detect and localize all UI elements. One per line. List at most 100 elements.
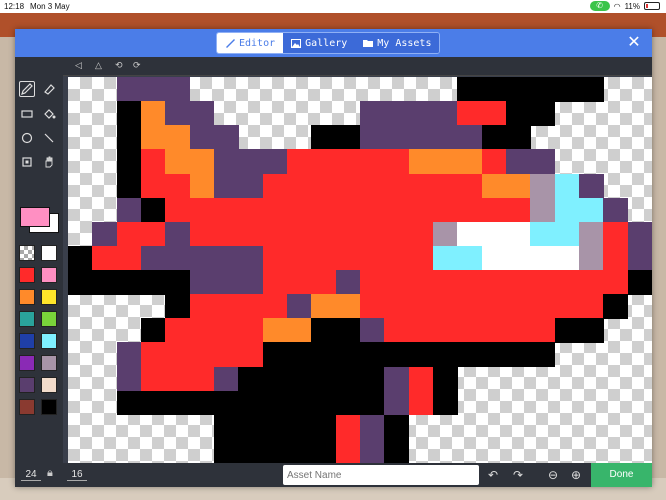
sprite-pixel [457,77,483,102]
sprite-pixel [384,390,410,416]
sprite-pixel [457,342,483,367]
palette-swatch[interactable] [41,267,57,283]
tab-editor[interactable]: Editor [217,33,284,53]
palette-swatch[interactable] [41,377,57,393]
sprite-pixel [262,414,288,440]
sprite-pixel [360,173,385,199]
palette-swatch[interactable] [19,377,35,393]
marquee-tool[interactable] [19,154,35,170]
palette-swatch[interactable] [19,245,35,261]
rotate-right-icon[interactable]: ⟳ [133,60,141,71]
sprite-pixel [214,173,239,199]
sprite-pixel [360,149,385,174]
palette-swatch[interactable] [19,333,35,349]
sprite-pixel [384,173,410,199]
done-button[interactable]: Done [591,463,652,487]
sprite-pixel [360,294,385,319]
rotate-left-icon[interactable]: ⟲ [115,60,123,71]
canvas-area[interactable] [68,77,652,463]
sprite-pixel [530,318,556,343]
close-icon[interactable]: ✕ [626,34,642,50]
sprite-pixel [214,221,239,247]
sprite-pixel [506,245,531,271]
sprite-pixel [311,245,337,271]
palette-swatch[interactable] [19,289,35,305]
sprite-pixel [384,125,410,150]
zoom-out-icon[interactable]: ⊖ [545,467,561,483]
sprite-pixel [165,77,191,102]
sprite-pixel [360,101,385,126]
sprite-pixel [141,366,166,392]
sprite-pixel [579,270,604,295]
sprite-pixel [554,77,580,102]
flip-vertical-icon[interactable]: △ [95,60,102,71]
palette-swatch[interactable] [19,267,35,283]
status-right: ✆ ◠ 11% [589,1,660,11]
sprite-pixel [530,342,556,367]
palette-swatch[interactable] [41,311,57,327]
undo-icon[interactable]: ↶ [485,467,501,483]
sprite-pixel [360,197,385,223]
sprite-pixel [530,270,556,295]
sprite-pixel [433,149,458,174]
sprite-pixel [262,149,288,174]
sprite-pixel [481,221,507,247]
palette-swatch[interactable] [19,399,35,415]
sprite-pixel [116,197,142,223]
sprite-pixel [433,125,458,150]
sprite-pixel [165,101,191,126]
sprite-pixel [408,125,434,150]
sprite-pixel [481,342,507,367]
eraser-icon [44,84,55,95]
sprite-pixel [189,149,215,174]
lock-icon[interactable]: 🔒︎ [47,467,53,480]
tab-my-assets[interactable]: My Assets [355,33,440,53]
palette-swatch[interactable] [41,245,57,261]
sprite-pixel [238,342,264,367]
palette-swatch[interactable] [41,355,57,371]
sprite-pixel [384,197,410,223]
palette-swatch[interactable] [19,311,35,327]
sprite-pixel [116,173,142,199]
sprite-pixel [481,149,507,174]
sprite-pixel [238,294,264,319]
sprite-pixel [165,125,191,150]
sprite-pixel [408,318,434,343]
sprite-pixel [165,318,191,343]
palette-swatch[interactable] [19,355,35,371]
canvas-height-field[interactable]: 16 [67,469,87,481]
rectangle-tool[interactable] [19,106,35,122]
circle-tool[interactable] [19,130,35,146]
redo-icon[interactable]: ↷ [510,467,526,483]
sprite-pixel [214,245,239,271]
sprite-pixel [603,294,629,319]
sprite-pixel [311,173,337,199]
tab-bar: Editor Gallery My Assets [216,32,441,54]
sprite-pixel [189,221,215,247]
tab-gallery[interactable]: Gallery [283,33,356,53]
sprite-pixel [530,77,556,102]
fill-tool[interactable] [41,106,57,122]
sprite-pixel [481,173,507,199]
sprite-pixel [433,197,458,223]
zoom-in-icon[interactable]: ⊕ [568,467,584,483]
pencil-tool[interactable] [19,81,35,97]
foreground-color-swatch[interactable] [20,207,50,227]
eraser-tool[interactable] [41,81,57,97]
sprite-pixel [335,270,361,295]
sprite-pixel [116,245,142,271]
pan-tool[interactable] [41,154,57,170]
palette-swatch[interactable] [41,333,57,349]
palette-swatch[interactable] [41,399,57,415]
palette-swatch[interactable] [41,289,57,305]
asset-name-input[interactable] [283,465,479,485]
sprite-pixel [335,390,361,416]
canvas-width-field[interactable]: 24 [21,469,41,481]
sprite-pixel [457,173,483,199]
flip-horizontal-icon[interactable]: ◁ [75,60,82,71]
sprite-pixel [92,270,118,295]
sprite-pixel [481,197,507,223]
sprite-pixel [408,197,434,223]
line-tool[interactable] [41,130,57,146]
pixel-canvas[interactable] [68,77,652,463]
